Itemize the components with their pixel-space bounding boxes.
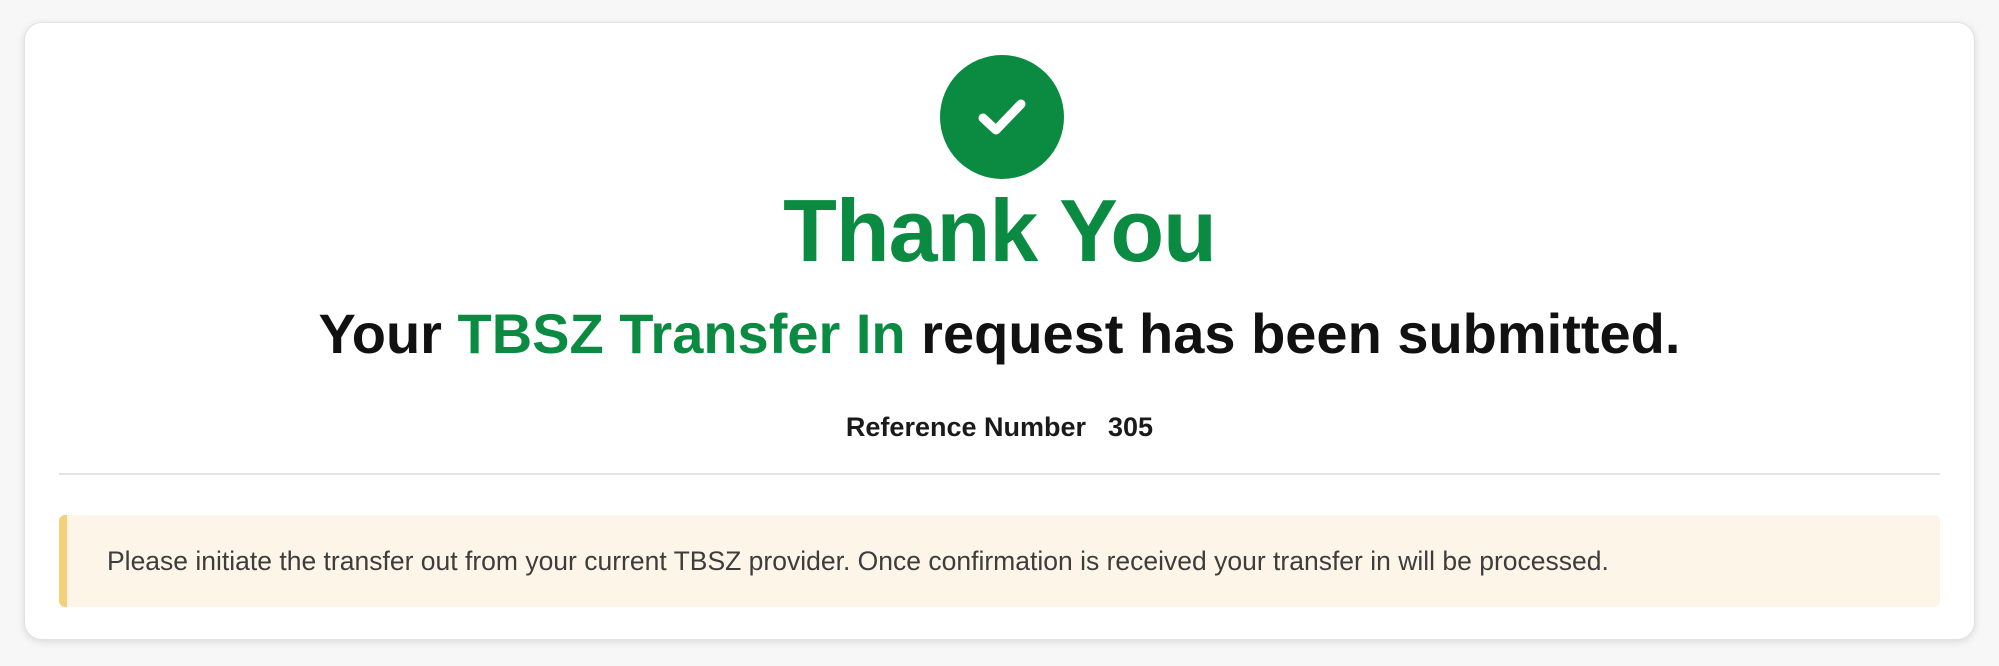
message-suffix: request has been submitted. [905,302,1681,365]
request-type: TBSZ Transfer In [457,302,906,365]
checkmark-icon [978,99,1026,135]
info-notice: Please initiate the transfer out from yo… [59,515,1940,607]
reference-label: Reference Number [845,412,1087,442]
message-prefix: Your [318,302,458,365]
confirmation-card: Thank You Your TBSZ Transfer In request … [24,22,1975,640]
reference-number: Reference Number 305 [25,409,1974,445]
divider [59,473,1940,475]
submission-message: Your TBSZ Transfer In request has been s… [25,299,1974,369]
thank-you-title: Thank You [783,181,1217,280]
check-circle-icon [940,55,1064,179]
reference-value: 305 [1108,412,1154,442]
notice-text: Please initiate the transfer out from yo… [107,545,1609,576]
